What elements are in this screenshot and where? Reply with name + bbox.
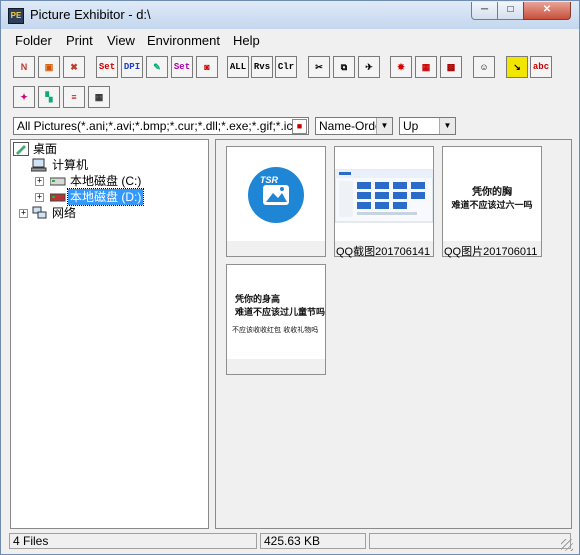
- thumbnail-image: 凭你的胸 难道不应该过六一吗: [443, 147, 541, 241]
- grid-icon[interactable]: ▦: [88, 86, 110, 108]
- folder-tree[interactable]: 桌面 计算机 + 本地磁盘 (C:) + 本地磁盘 (D:) + 网络: [10, 139, 209, 529]
- brick-icon[interactable]: ▩: [440, 56, 462, 78]
- status-bar: 4 Files 425.63 KB: [9, 531, 573, 551]
- clear-selection-button[interactable]: Clr: [275, 56, 297, 78]
- tree-label: 计算机: [52, 158, 89, 172]
- reverse-selection-button[interactable]: Rvs: [251, 56, 273, 78]
- app-icon: PE: [8, 8, 24, 24]
- thumbnail-pane[interactable]: TSR QQ截图201706141 凭你的胸 难道不应该过六一吗 QQ图片201…: [215, 139, 572, 529]
- new-folder-icon[interactable]: N: [13, 56, 35, 78]
- drive-icon: [49, 175, 66, 189]
- expand-icon[interactable]: +: [35, 193, 44, 202]
- menu-help[interactable]: Help: [233, 33, 260, 48]
- thumbnail-image: 凭你的身高 难道不应该过儿童节吗 不应该收收红包 收收礼物吗: [227, 265, 325, 359]
- expand-icon[interactable]: +: [35, 177, 44, 186]
- tree-label: 网络: [52, 206, 77, 220]
- filter-bar: All Pictures(*.ani;*.avi;*.bmp;*.cur;*.d…: [9, 115, 573, 139]
- copy-icon[interactable]: ⧉: [333, 56, 355, 78]
- face-icon[interactable]: ☺: [473, 56, 495, 78]
- menu-view[interactable]: View: [107, 33, 135, 48]
- frame-icon[interactable]: ▦: [415, 56, 437, 78]
- network-icon: [32, 206, 48, 220]
- sort-direction-select[interactable]: Up ▼: [399, 117, 456, 135]
- toolbar-main: N ▣ ✖ Set DPI ✎ Set ◙ ALL Rvs Clr ✂ ⧉ ✈ ✸ ▦ ▩ ☺ ↘ abc: [9, 54, 573, 82]
- app-logo-text: TSR: [260, 175, 278, 185]
- menu-environment[interactable]: Environment: [147, 33, 220, 48]
- camera-icon[interactable]: ◙: [196, 56, 218, 78]
- thumbnail-text-line: 凭你的胸: [472, 187, 512, 198]
- chevron-down-icon[interactable]: ▼: [439, 118, 455, 134]
- menu-print[interactable]: Print: [66, 33, 93, 48]
- app-window: PE Picture Exhibitor - d:\ ─ □ ✕ Folder …: [0, 0, 580, 555]
- sort-order-select[interactable]: Name-Order ▼: [315, 117, 393, 135]
- thumbnail-caption: QQ截图201706141: [336, 246, 431, 258]
- file-type-filter-value: All Pictures(*.ani;*.avi;*.bmp;*.cur;*.d…: [17, 119, 309, 133]
- arrow-down-icon[interactable]: ↘: [506, 56, 528, 78]
- tree-item-computer[interactable]: 计算机: [21, 157, 201, 173]
- thumbnail-item[interactable]: QQ截图201706141: [334, 146, 434, 258]
- close-folder-icon[interactable]: ✖: [63, 56, 85, 78]
- clear-filter-icon[interactable]: ■: [292, 119, 307, 134]
- status-extra: [369, 533, 571, 549]
- abc123-icon[interactable]: abc: [530, 56, 552, 78]
- thumbnail-image: TSR: [227, 147, 325, 241]
- maximize-button[interactable]: □: [497, 2, 524, 20]
- title-bar[interactable]: PE Picture Exhibitor - d:\ ─ □ ✕: [1, 1, 579, 29]
- move-icon[interactable]: ✈: [358, 56, 380, 78]
- toolbar-secondary: ✦ ▚ ≡ ▦: [9, 84, 573, 112]
- tree-item-drive-d[interactable]: + 本地磁盘 (D:): [35, 188, 205, 206]
- thumbnail-text-line: 难道不应该过儿童节吗: [235, 308, 325, 318]
- chevron-down-icon[interactable]: ▼: [376, 118, 392, 134]
- sort-direction-value: Up: [403, 119, 419, 133]
- file-count: 4 Files: [9, 533, 257, 549]
- thumbnail-text-line: 凭你的身高: [235, 295, 281, 305]
- thumbnail-item[interactable]: 凭你的身高 难道不应该过儿童节吗 不应该收收红包 收收礼物吗: [226, 264, 326, 375]
- tree-item-drive-c[interactable]: + 本地磁盘 (C:): [35, 173, 205, 189]
- open-folder-icon[interactable]: ▣: [38, 56, 60, 78]
- thumbnail-image: [335, 147, 433, 241]
- color-swatch-icon[interactable]: ▚: [38, 86, 60, 108]
- burst-icon[interactable]: ✸: [390, 56, 412, 78]
- close-button[interactable]: ✕: [523, 2, 571, 20]
- tree-label: 本地磁盘 (D:): [66, 188, 145, 206]
- select-all-button[interactable]: ALL: [227, 56, 249, 78]
- total-size: 425.63 KB: [260, 533, 366, 549]
- thumbnail-text-line: 难道不应该过六一吗: [451, 201, 533, 211]
- set-palette-icon[interactable]: Set: [171, 56, 193, 78]
- dpi-icon[interactable]: DPI: [121, 56, 143, 78]
- menu-bar: Folder Print View Environment Help: [9, 30, 573, 50]
- tree-item-desktop[interactable]: 桌面: [13, 141, 203, 157]
- menu-folder[interactable]: Folder: [15, 33, 52, 48]
- thumbnail-text-line: 不应该收收红包 收收礼物吗: [232, 326, 319, 334]
- expand-icon[interactable]: +: [19, 209, 28, 218]
- thumbnail-item[interactable]: 凭你的胸 难道不应该过六一吗 QQ图片201706011: [442, 146, 542, 258]
- slideshow-icon[interactable]: ✦: [13, 86, 35, 108]
- window-title: Picture Exhibitor - d:\: [30, 7, 151, 22]
- desktop-icon: [13, 142, 29, 156]
- file-type-filter[interactable]: All Pictures(*.ani;*.avi;*.bmp;*.cur;*.d…: [13, 117, 309, 135]
- thumbnail-caption: QQ图片201706011: [444, 246, 538, 258]
- cut-icon[interactable]: ✂: [308, 56, 330, 78]
- layers-icon[interactable]: ≡: [63, 86, 85, 108]
- drive-icon: [49, 191, 66, 205]
- minimize-button[interactable]: ─: [471, 2, 498, 20]
- tree-item-network[interactable]: + 网络: [19, 205, 199, 221]
- set-printer-icon[interactable]: Set: [96, 56, 118, 78]
- computer-icon: [30, 158, 47, 172]
- tree-label: 桌面: [33, 142, 58, 156]
- tree-label: 本地磁盘 (C:): [70, 174, 142, 188]
- resize-grip[interactable]: [561, 539, 573, 551]
- paste-icon[interactable]: ✎: [146, 56, 168, 78]
- thumbnail-item[interactable]: TSR: [226, 146, 326, 257]
